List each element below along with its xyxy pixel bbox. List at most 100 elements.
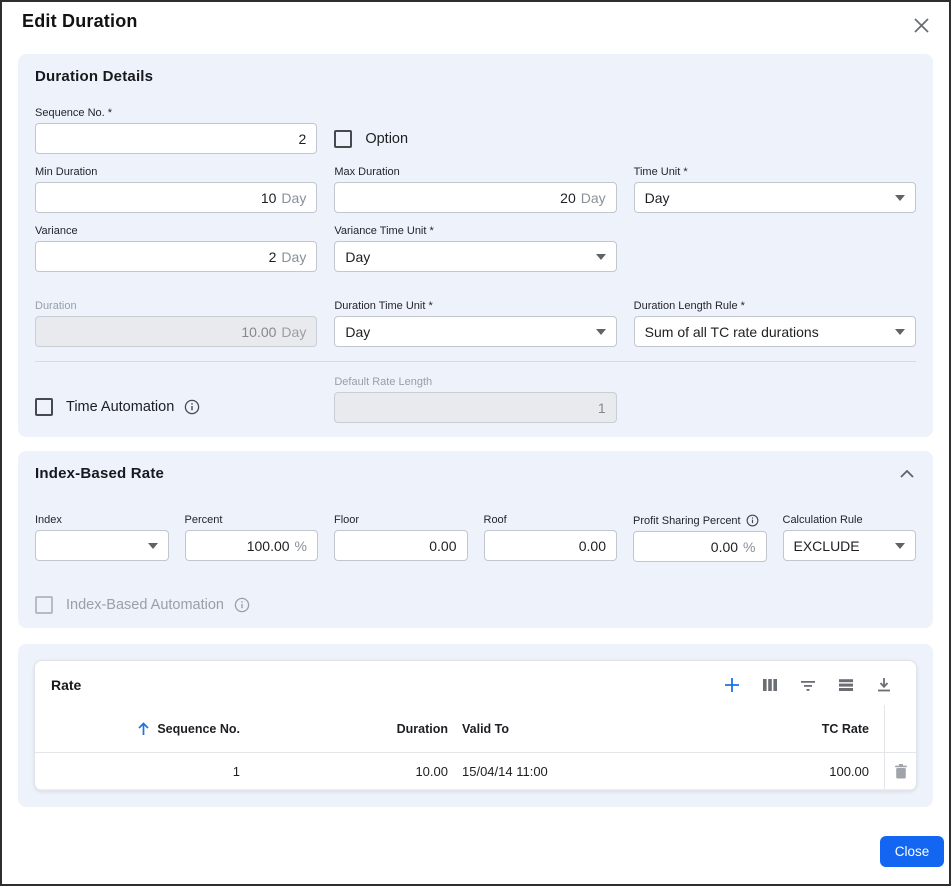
index-based-automation-checkbox (35, 596, 53, 614)
info-icon[interactable] (184, 399, 200, 415)
variance-time-unit-select[interactable]: Day (334, 241, 616, 272)
roof-input[interactable]: 0.00 (484, 530, 618, 561)
duration-field: Duration 10.00 Day (35, 300, 317, 347)
time-automation-checkbox[interactable] (35, 398, 53, 416)
profit-sharing-percent-field: Profit Sharing Percent 0.00 % (633, 514, 767, 562)
max-duration-input[interactable]: 20 Day (334, 182, 616, 213)
cell-sequence-no: 1 (35, 764, 240, 779)
floor-field: Floor 0.00 (334, 514, 468, 562)
index-field: Index (35, 514, 169, 562)
dialog-title: Edit Duration (22, 11, 138, 32)
roof-value: 0.00 (579, 538, 606, 554)
filter-icon[interactable] (799, 676, 817, 694)
variance-input[interactable]: 2 Day (35, 241, 317, 272)
column-header-tc-rate[interactable]: TC Rate (739, 722, 869, 736)
min-duration-field: Min Duration 10 Day (35, 166, 317, 213)
close-button[interactable]: Close (880, 836, 944, 867)
time-automation-checkbox-row: Time Automation (35, 398, 317, 416)
index-select[interactable] (35, 530, 169, 561)
sequence-no-label: Sequence No. * (35, 107, 317, 119)
variance-time-unit-field: Variance Time Unit * Day (334, 225, 616, 272)
duration-details-section: Duration Details Sequence No. * 2 Option… (18, 54, 933, 437)
calculation-rule-value: EXCLUDE (794, 538, 860, 554)
sort-asc-icon[interactable] (137, 722, 150, 736)
floor-value: 0.00 (429, 538, 456, 554)
section-divider (35, 361, 916, 362)
time-unit-value: Day (645, 190, 670, 206)
duration-length-rule-value: Sum of all TC rate durations (645, 324, 819, 340)
collapse-chevron-up-icon[interactable] (898, 468, 916, 480)
min-duration-value: 10 (261, 190, 277, 206)
percent-value: 100.00 (247, 538, 290, 554)
density-icon[interactable] (837, 676, 855, 694)
variance-time-unit-label: Variance Time Unit * (334, 225, 616, 237)
calculation-rule-select[interactable]: EXCLUDE (783, 530, 917, 561)
download-icon[interactable] (875, 676, 893, 694)
info-icon[interactable] (234, 597, 250, 613)
sequence-no-field: Sequence No. * 2 (35, 107, 317, 154)
column-label-sequence-no: Sequence No. (157, 722, 240, 736)
percent-label: Percent (185, 514, 319, 526)
time-automation-label: Time Automation (66, 399, 174, 415)
chevron-down-icon (596, 254, 606, 260)
calculation-rule-field: Calculation Rule EXCLUDE (783, 514, 917, 562)
min-duration-input[interactable]: 10 Day (35, 182, 317, 213)
sequence-no-input[interactable]: 2 (35, 123, 317, 154)
min-duration-suffix: Day (281, 190, 306, 206)
duration-length-rule-field: Duration Length Rule * Sum of all TC rat… (634, 300, 916, 347)
columns-icon[interactable] (761, 676, 779, 694)
profit-sharing-percent-label: Profit Sharing Percent (633, 515, 741, 527)
variance-value: 2 (269, 249, 277, 265)
chevron-down-icon (148, 543, 158, 549)
duration-time-unit-select[interactable]: Day (334, 316, 616, 347)
dialog-header: Edit Duration (2, 2, 949, 41)
duration-time-unit-value: Day (345, 324, 370, 340)
index-based-rate-section: Index-Based Rate Index Percent 100.00 % (18, 451, 933, 628)
percent-input[interactable]: 100.00 % (185, 530, 319, 561)
rate-table-title: Rate (51, 677, 81, 693)
floor-label: Floor (334, 514, 468, 526)
index-based-rate-title: Index-Based Rate (35, 465, 164, 482)
cell-tc-rate: 100.00 (739, 764, 869, 779)
index-based-automation-checkbox-row: Index-Based Automation (35, 596, 916, 614)
column-header-actions (884, 705, 916, 752)
profit-sharing-percent-suffix: % (743, 539, 755, 555)
max-duration-field: Max Duration 20 Day (334, 166, 616, 213)
rate-table-card: Rate (34, 660, 917, 791)
calculation-rule-label: Calculation Rule (783, 514, 917, 526)
profit-sharing-percent-input[interactable]: 0.00 % (633, 531, 767, 562)
column-header-duration[interactable]: Duration (240, 722, 448, 736)
variance-field: Variance 2 Day (35, 225, 317, 272)
table-row[interactable]: 1 10.00 15/04/14 11:00 100.00 (35, 753, 916, 790)
chevron-down-icon (895, 543, 905, 549)
close-icon[interactable] (910, 14, 933, 37)
duration-value: 10.00 (241, 324, 276, 340)
variance-label: Variance (35, 225, 317, 237)
max-duration-value: 20 (560, 190, 576, 206)
index-label: Index (35, 514, 169, 526)
add-row-button[interactable] (723, 676, 741, 694)
default-rate-length-input: 1 (334, 392, 616, 423)
floor-input[interactable]: 0.00 (334, 530, 468, 561)
column-header-valid-to[interactable]: Valid To (448, 722, 739, 736)
dialog-footer: Close (2, 836, 944, 867)
info-icon[interactable] (746, 514, 759, 527)
variance-time-unit-value: Day (345, 249, 370, 265)
option-checkbox-label: Option (365, 131, 408, 147)
chevron-down-icon (596, 329, 606, 335)
duration-input: 10.00 Day (35, 316, 317, 347)
duration-suffix: Day (281, 324, 306, 340)
variance-suffix: Day (281, 249, 306, 265)
cell-duration: 10.00 (240, 764, 448, 779)
cell-valid-to: 15/04/14 11:00 (448, 764, 739, 779)
delete-row-icon[interactable] (893, 763, 909, 780)
duration-time-unit-label: Duration Time Unit * (334, 300, 616, 312)
duration-length-rule-select[interactable]: Sum of all TC rate durations (634, 316, 916, 347)
time-unit-select[interactable]: Day (634, 182, 916, 213)
max-duration-suffix: Day (581, 190, 606, 206)
time-unit-label: Time Unit * (634, 166, 916, 178)
option-checkbox[interactable] (334, 130, 352, 148)
option-checkbox-row: Option (334, 130, 616, 148)
column-header-sequence-no[interactable]: Sequence No. (35, 722, 240, 736)
max-duration-label: Max Duration (334, 166, 616, 178)
